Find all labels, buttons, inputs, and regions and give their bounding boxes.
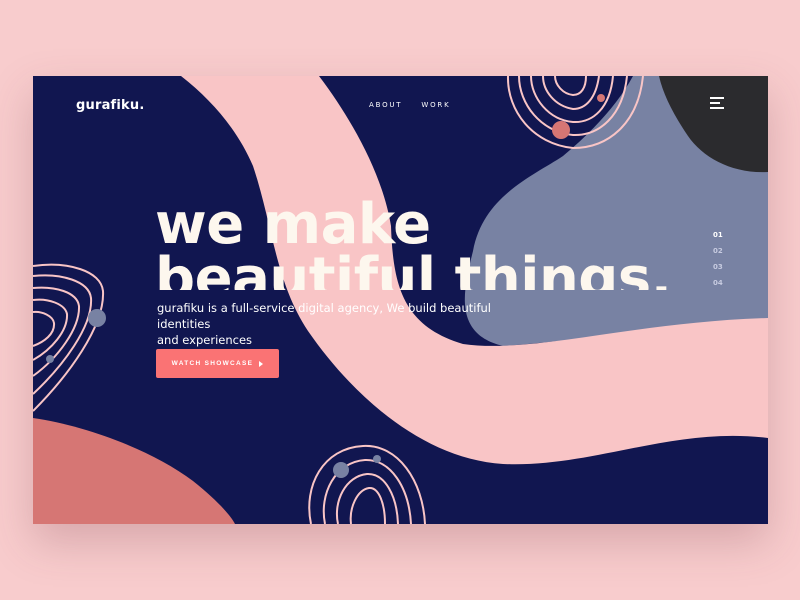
brand-logo[interactable]: gurafiku. — [76, 98, 145, 113]
headline-line-1: we make — [155, 192, 431, 257]
coral-blob — [33, 418, 235, 524]
slide-indicator-04[interactable]: 04 — [713, 278, 723, 288]
main-nav: ABOUT WORK — [369, 101, 450, 109]
nav-item-about[interactable]: ABOUT — [369, 101, 402, 109]
ring-dot-slate-bottom — [333, 462, 349, 478]
hero-subtitle: gurafiku is a full-service digital agenc… — [157, 300, 537, 348]
ring-dot-slate — [88, 309, 106, 327]
watch-showcase-label: WATCH SHOWCASE — [171, 360, 254, 367]
ring-dot-small-bottom — [373, 455, 381, 463]
hero-headline: we make beautiful things. — [153, 184, 693, 291]
play-arrow-icon — [259, 360, 264, 367]
subtitle-line-2: and experiences — [157, 333, 253, 347]
headline-line-2: beautiful things. — [155, 246, 672, 291]
slide-pagination: 01 02 03 04 — [713, 230, 723, 288]
hero-headline-wrapper: we make beautiful things. — [153, 184, 693, 291]
hamburger-menu-icon[interactable] — [710, 97, 726, 109]
slide-indicator-02[interactable]: 02 — [713, 246, 723, 256]
slide-indicator-03[interactable]: 03 — [713, 262, 723, 272]
subtitle-line-1: gurafiku is a full-service digital agenc… — [157, 301, 491, 331]
ring-group-left — [33, 263, 105, 412]
ring-dot-small — [597, 94, 605, 102]
ring-dot-small-left — [46, 355, 54, 363]
watch-showcase-button[interactable]: WATCH SHOWCASE — [156, 349, 279, 378]
ring-group-bottom — [308, 444, 426, 524]
ring-dot-coral — [552, 121, 570, 139]
landing-page: gurafiku. ABOUT WORK we make beautiful t… — [33, 76, 768, 524]
slide-indicator-01[interactable]: 01 — [713, 230, 723, 240]
nav-item-work[interactable]: WORK — [421, 101, 450, 109]
